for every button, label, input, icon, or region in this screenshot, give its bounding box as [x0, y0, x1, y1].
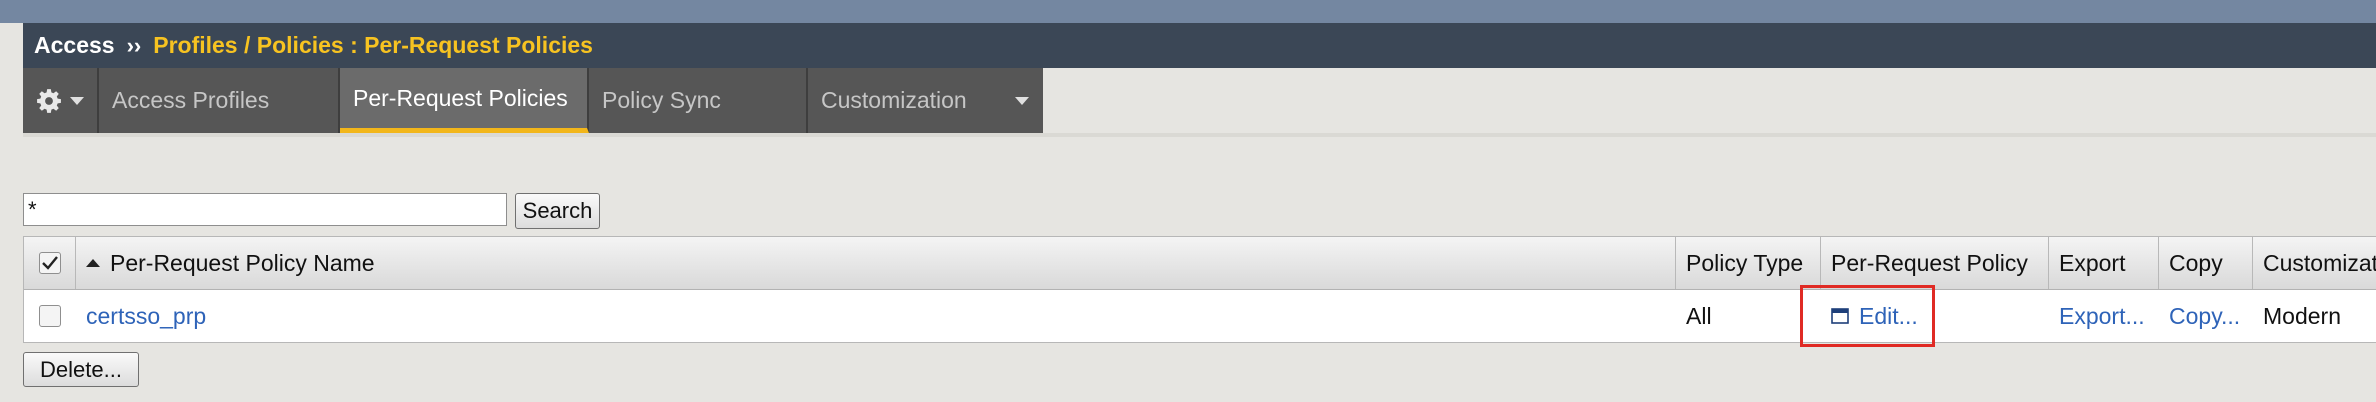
- submenu-bar: [23, 133, 2376, 137]
- breadcrumb-separator: ››: [126, 32, 142, 58]
- breadcrumb-current: Profiles / Policies : Per-Request Polici…: [153, 32, 593, 58]
- tab-label: Customization: [821, 87, 967, 113]
- gear-menu-button[interactable]: [23, 68, 99, 133]
- column-header-label: Policy Type: [1686, 249, 1804, 276]
- column-header-label: Export: [2059, 249, 2126, 276]
- column-header-label: Per-Request Policy Name: [110, 249, 375, 276]
- export-link[interactable]: Export...: [2049, 290, 2159, 342]
- breadcrumb: Access ›› Profiles / Policies : Per-Requ…: [23, 23, 2376, 68]
- column-header-policy-type[interactable]: Policy Type: [1676, 237, 1821, 289]
- delete-button[interactable]: Delete...: [23, 352, 139, 387]
- column-header-name[interactable]: Per-Request Policy Name: [76, 237, 1676, 289]
- tab-access-profiles[interactable]: Access Profiles: [99, 68, 340, 133]
- checkmark-icon: [41, 256, 58, 270]
- select-all-checkbox[interactable]: [38, 252, 61, 274]
- row-select-cell: [24, 290, 76, 342]
- sort-ascending-icon: [86, 259, 100, 267]
- search-input[interactable]: [23, 193, 507, 226]
- column-header-export[interactable]: Export: [2049, 237, 2159, 289]
- column-header-label: Copy: [2169, 249, 2223, 276]
- tab-label: Per-Request Policies: [353, 84, 568, 111]
- tab-label: Policy Sync: [602, 87, 721, 113]
- top-banner: [0, 0, 2376, 23]
- chevron-down-icon: [70, 96, 84, 105]
- table-row: certsso_prp All Edit... Export... Copy..…: [24, 290, 2376, 342]
- breadcrumb-root[interactable]: Access: [34, 32, 115, 59]
- select-all-header: [24, 237, 76, 289]
- column-header-per-request-policy[interactable]: Per-Request Policy: [1821, 237, 2049, 289]
- table-header: Per-Request Policy Name Policy Type Per-…: [24, 237, 2376, 290]
- column-header-copy[interactable]: Copy: [2159, 237, 2253, 289]
- chevron-down-icon: [1015, 97, 1029, 105]
- gear-icon: [37, 88, 61, 113]
- row-checkbox[interactable]: [39, 305, 61, 327]
- tab-policy-sync[interactable]: Policy Sync: [589, 68, 808, 133]
- policy-table: Per-Request Policy Name Policy Type Per-…: [23, 236, 2376, 343]
- tab-per-request-policies[interactable]: Per-Request Policies: [340, 68, 589, 133]
- tab-customization[interactable]: Customization: [808, 68, 1043, 133]
- module-menu-bar: Access Profiles Per-Request Policies Pol…: [23, 68, 1043, 133]
- column-header-customization[interactable]: Customization: [2253, 237, 2376, 289]
- highlight-box: [1800, 285, 1935, 347]
- column-header-label: Customization: [2263, 249, 2376, 276]
- copy-link[interactable]: Copy...: [2159, 290, 2253, 342]
- column-header-label: Per-Request Policy: [1831, 249, 2028, 276]
- tab-label: Access Profiles: [112, 87, 270, 113]
- policy-name-link[interactable]: certsso_prp: [76, 290, 1676, 342]
- search-button[interactable]: Search: [515, 193, 600, 229]
- customization-value: Modern: [2263, 302, 2341, 329]
